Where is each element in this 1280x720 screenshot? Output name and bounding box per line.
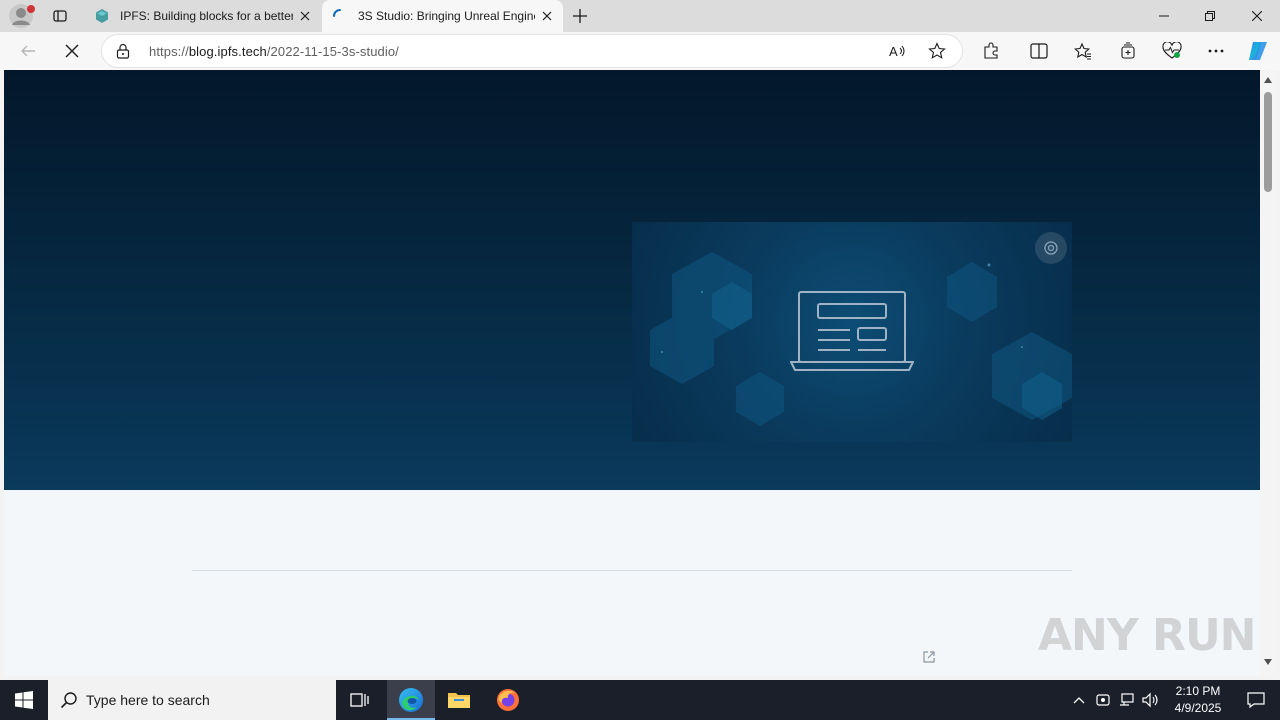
restore-button[interactable] — [1187, 0, 1233, 32]
favorites-button[interactable] — [1068, 36, 1098, 66]
network-icon — [1120, 693, 1134, 706]
browser-toolbar: https://blog.ipfs.tech/2022-11-15-3s-stu… — [0, 32, 1280, 70]
collections-button[interactable] — [1113, 36, 1143, 66]
extensions-button[interactable] — [976, 36, 1006, 66]
close-icon — [1252, 11, 1262, 21]
split-screen-button[interactable] — [1024, 36, 1054, 66]
hero-banner — [4, 70, 1260, 490]
tab-title: IPFS: Building blocks for a better — [120, 9, 293, 23]
taskbar-edge[interactable] — [387, 680, 435, 720]
browser-tab-strip: IPFS: Building blocks for a better 3S St… — [0, 0, 1280, 32]
clock-time: 2:10 PM — [1175, 684, 1221, 698]
favorite-star-icon[interactable] — [927, 41, 947, 61]
page-viewport: ANY RUN — [4, 70, 1260, 676]
tab-ipfs[interactable]: IPFS: Building blocks for a better — [84, 0, 321, 32]
external-link-icon[interactable] — [922, 650, 936, 664]
folder-icon — [448, 693, 470, 708]
taskbar-clock[interactable]: 2:10 PM 4/9/2025 — [1162, 683, 1234, 717]
new-tab-button[interactable] — [566, 4, 594, 28]
profile-avatar-button[interactable] — [8, 3, 36, 29]
scroll-up-icon[interactable] — [1263, 76, 1273, 84]
show-hidden-icons-button[interactable] — [1069, 690, 1089, 710]
anyrun-watermark: ANY RUN — [1038, 610, 1256, 661]
edge-icon — [399, 688, 423, 712]
back-arrow-icon — [21, 45, 35, 57]
read-aloud-icon[interactable]: A — [888, 41, 908, 61]
start-button[interactable] — [0, 680, 48, 720]
minimize-button[interactable] — [1141, 0, 1187, 32]
scroll-down-icon[interactable] — [1263, 658, 1273, 666]
vertical-scrollbar[interactable] — [1260, 70, 1276, 676]
hero-image — [632, 222, 1072, 442]
search-placeholder: Type here to search — [86, 692, 210, 708]
taskbar-search[interactable]: Type here to search — [48, 680, 336, 720]
heartbeat-icon — [1162, 42, 1182, 59]
tab-title: 3S Studio: Bringing Unreal Engine — [358, 9, 535, 23]
restore-icon — [1205, 11, 1215, 21]
scrollbar-thumb[interactable] — [1264, 92, 1272, 192]
laptop-icon — [790, 291, 914, 371]
image-reload-button[interactable] — [1035, 232, 1067, 264]
windows-logo-icon — [15, 691, 33, 709]
task-view-icon — [350, 693, 369, 707]
tray-app-icon[interactable] — [1093, 690, 1113, 710]
ipfs-favicon-icon — [94, 8, 110, 24]
camera-icon — [1044, 241, 1058, 255]
close-tab-icon[interactable] — [293, 4, 317, 28]
clock-date: 4/9/2025 — [1174, 701, 1222, 715]
svg-text:A: A — [889, 44, 898, 59]
back-button[interactable] — [13, 36, 43, 66]
url-text: https://blog.ipfs.tech/2022-11-15-3s-stu… — [149, 44, 399, 59]
chevron-up-icon — [1073, 697, 1085, 704]
lock-icon — [116, 43, 130, 64]
tab-actions-button[interactable] — [46, 5, 74, 27]
puzzle-icon — [984, 42, 998, 59]
stop-loading-button[interactable] — [57, 36, 87, 66]
copilot-icon — [1249, 42, 1267, 60]
favorites-icon — [1074, 42, 1091, 60]
content-divider — [192, 570, 1072, 571]
plus-icon — [573, 9, 587, 23]
minimize-icon — [1159, 15, 1169, 17]
network-button[interactable] — [1117, 690, 1137, 710]
notification-dot — [27, 5, 35, 13]
volume-button[interactable] — [1141, 690, 1161, 710]
device-icon — [1096, 694, 1110, 706]
windows-taskbar: Type here to search 2:10 PM 4/9/2025 — [0, 680, 1280, 720]
browser-essentials-button[interactable] — [1157, 36, 1187, 66]
taskbar-file-explorer[interactable] — [435, 680, 483, 720]
split-screen-icon — [1030, 43, 1048, 59]
stop-icon — [65, 44, 79, 58]
action-center-button[interactable] — [1236, 680, 1276, 720]
notification-icon — [1247, 692, 1265, 708]
loading-spinner-icon — [332, 8, 348, 24]
close-tab-icon[interactable] — [535, 4, 559, 28]
tab-3s-studio[interactable]: 3S Studio: Bringing Unreal Engine — [322, 0, 563, 32]
task-view-button[interactable] — [336, 680, 384, 720]
collections-icon — [1121, 42, 1135, 59]
more-dots-icon — [1208, 49, 1224, 53]
firefox-icon — [497, 689, 519, 711]
tab-actions-icon — [53, 10, 67, 22]
speaker-icon — [1142, 692, 1158, 708]
taskbar-firefox[interactable] — [484, 680, 532, 720]
search-icon — [60, 692, 77, 709]
copilot-button[interactable] — [1243, 36, 1273, 66]
settings-menu-button[interactable] — [1201, 36, 1231, 66]
close-window-button[interactable] — [1234, 0, 1280, 32]
address-bar[interactable]: https://blog.ipfs.tech/2022-11-15-3s-stu… — [102, 35, 962, 67]
